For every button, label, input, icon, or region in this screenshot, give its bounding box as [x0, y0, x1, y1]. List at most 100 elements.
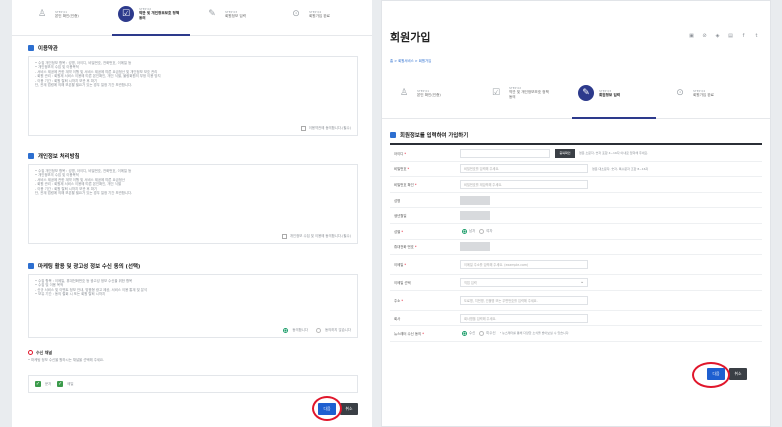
field-label: 비밀번호 *: [390, 166, 460, 171]
step-3: ✎ STEP 03 회원정보 입력: [578, 85, 620, 101]
sms-checkbox[interactable]: ✓: [35, 381, 41, 387]
alert-icon: [28, 350, 33, 355]
link-icon[interactable]: ⊘: [701, 32, 708, 39]
field-note: * 뉴스레터를 통해 다양한 소식을 받아보실 수 있습니다.: [499, 331, 570, 336]
receive-channel-box: ✓ 문자 ✓ 메일: [28, 375, 358, 393]
text-input[interactable]: 비밀번호를 재입력해 주세요.: [460, 179, 588, 189]
required-mark: *: [421, 332, 424, 337]
active-step-underline: [572, 117, 656, 119]
required-mark: *: [413, 245, 417, 250]
step-label: 회원정보 입력: [225, 13, 246, 18]
step-indicator: ♙ STEP 01 본인 확인(인증) ☑ STEP 02 약관 및 개인정보보호 정책 …: [382, 79, 770, 119]
terms-box[interactable]: • 수집 개인정보 항목 : 성명, 아이디, 비밀번호, 전화번호, 이메일 …: [28, 56, 358, 136]
field-note: 영문 대소문자, 숫자, 특수문자 조합 8~16자: [592, 166, 649, 171]
text-input[interactable]: 회사명을 입력해 주세요.: [460, 313, 588, 323]
field-label-text: 아이디: [394, 151, 404, 156]
step-label: 약관 및 개인정보보호 정책 동의: [509, 90, 549, 99]
field-label: 성별 *: [390, 229, 460, 234]
form-section-header: 회원정보를 입력하여 가입하기: [390, 131, 468, 139]
field-label-text: 뉴스레터 수신 동의: [394, 332, 422, 337]
step-label: 약관 및 개인정보보호 정책 동의: [139, 11, 180, 20]
policy-text-line: 단, 관계 법령에 의해 보존할 필요가 있는 경우 일정 기간 보관합니다.: [35, 83, 133, 88]
checkbox-icon[interactable]: [281, 234, 287, 239]
step-2: ☑ STEP 02 약관 및 개인정보보호 정책 동의: [488, 85, 553, 101]
form-row: 생년월일: [390, 208, 762, 224]
text-input[interactable]: 이메일 주소를 입력해 주세요. (example.com): [460, 260, 588, 270]
step-label: 본인 확인(인증): [55, 13, 79, 18]
step-text: STEP 01 본인 확인(인증): [55, 10, 79, 19]
field-label-text: 비밀번호 확인: [394, 182, 414, 187]
required-mark: *: [400, 229, 404, 234]
step-text: STEP 04 회원가입 완료: [693, 89, 714, 98]
page-title: 회원가입: [390, 31, 431, 44]
field-label: 주소 *: [390, 298, 460, 303]
form-row: 비밀번호 * 비밀번호를 입력해 주세요. 영문 대소문자, 숫자, 특수문자 조합…: [390, 162, 762, 178]
form-row: 성명: [390, 193, 762, 209]
required-mark: *: [400, 298, 404, 303]
required-mark: *: [403, 151, 407, 156]
cancel-button[interactable]: 취소: [340, 403, 358, 415]
marketing-box[interactable]: • 수집 항목 : 이메일, 휴대전화번호 등 광고성 정보 수신을 위한 항목…: [28, 274, 358, 338]
receive-desc: • 마케팅 정보 수신을 원하시는 채널을 선택해 주세요.: [28, 358, 105, 362]
checkbox-icon[interactable]: [300, 126, 306, 131]
field-label: 성명: [390, 198, 460, 203]
chevron-down-icon[interactable]: ⌄: [580, 279, 584, 285]
cancel-button[interactable]: 취소: [729, 368, 747, 380]
sms-label: 문자: [45, 381, 52, 386]
twitter-icon[interactable]: t: [753, 32, 760, 39]
text-input[interactable]: 비밀번호를 입력해 주세요.: [460, 164, 588, 174]
section-bullet-icon: [28, 45, 34, 51]
section-bullet-icon: [390, 132, 396, 138]
duplicate-check-button[interactable]: 중복확인: [555, 148, 575, 158]
step-label: 본인 확인(인증): [417, 92, 441, 97]
email-domain-select[interactable]: 직접 입력: [460, 277, 588, 287]
marketing-no-radio[interactable]: [315, 328, 321, 333]
privacy-box[interactable]: • 수집 개인정보 항목 : 성명, 아이디, 비밀번호, 전화번호, 이메일 …: [28, 164, 358, 244]
field-label: 아이디 *: [390, 151, 460, 156]
text-input[interactable]: 도로명, 지번명, 건물명 또는 우편번호를 입력해 주세요.: [460, 295, 588, 305]
text-input[interactable]: [460, 148, 550, 158]
print-icon[interactable]: ▣: [688, 32, 695, 39]
radio-0[interactable]: [462, 228, 467, 234]
form-row: 이메일 선택 직접 입력 ⌄: [390, 275, 762, 291]
field-label: 이메일 선택: [390, 280, 460, 285]
form-row: 휴대전화 번호 *: [390, 240, 762, 256]
form-row: 회사 회사명을 입력해 주세요.: [390, 311, 762, 327]
section-bullet-icon: [28, 153, 34, 159]
marketing-yes-radio[interactable]: [283, 328, 289, 333]
radio-label: 미수신: [486, 331, 496, 336]
field-label-text: 이메일: [394, 263, 404, 268]
field-label-text: 비밀번호: [394, 167, 407, 172]
member-info-panel: 회원가입 ▣ ⊘ ◈ ▤ f t 홈 > 회원서비스 > 회원가입 ♙ STEP 01 본인 …: [381, 0, 771, 427]
radio-1[interactable]: [479, 228, 485, 234]
marketing-section-header: 마케팅 활용 및 광고성 정보 수신 동의 (선택): [28, 262, 140, 270]
step-4: ⊙ STEP 04 회원가입 완료: [288, 6, 330, 22]
policy-text-line: • 보유 기간 : 동의 철회 시 또는 회원 탈퇴 시까지: [35, 292, 106, 297]
policy-text-line: 단, 관계 법령에 의해 보존할 필요가 있는 경우 일정 기간 보관합니다.: [35, 191, 133, 196]
blog-icon[interactable]: ▤: [727, 32, 734, 39]
share-icon[interactable]: ◈: [714, 32, 721, 39]
privacy-agree-checkbox[interactable]: 개인정보 수집 및 이용에 동의합니다.(필수): [281, 234, 351, 239]
privacy-title: 개인정보 처리방침: [38, 154, 80, 160]
radio-0[interactable]: [462, 331, 467, 337]
form-row: 성별 * 남자 여자: [390, 224, 762, 240]
form-row: 비밀번호 확인 * 비밀번호를 재입력해 주세요.: [390, 177, 762, 193]
step-4: ⊙ STEP 04 회원가입 완료: [672, 85, 714, 101]
field-note: 영문 소문자, 숫자 포함 4~16자 이내로 입력해 주세요.: [579, 151, 649, 156]
highlight-circle: [312, 396, 342, 421]
user-icon: ♙: [37, 9, 47, 19]
highlight-circle: [692, 362, 730, 388]
terms-agree-checkbox[interactable]: 이용약관에 동의합니다.(필수): [300, 126, 351, 131]
radio-1[interactable]: [479, 331, 485, 337]
step-1: ♙ STEP 01 본인 확인(인증): [34, 6, 79, 22]
email-checkbox[interactable]: ✓: [57, 381, 64, 387]
marketing-yes-label: 동의합니다: [292, 328, 308, 333]
facebook-icon[interactable]: f: [740, 32, 747, 39]
terms-title: 이용약관: [38, 46, 58, 52]
breadcrumb: 홈 > 회원서비스 > 회원가입: [390, 59, 432, 63]
step-text: STEP 01 본인 확인(인증): [417, 89, 441, 98]
radio-label: 남자: [469, 229, 476, 234]
required-mark: *: [406, 167, 410, 172]
terms-agree-label: 이용약관에 동의합니다.(필수): [308, 126, 351, 131]
field-label-text: 생년월일: [394, 214, 407, 219]
